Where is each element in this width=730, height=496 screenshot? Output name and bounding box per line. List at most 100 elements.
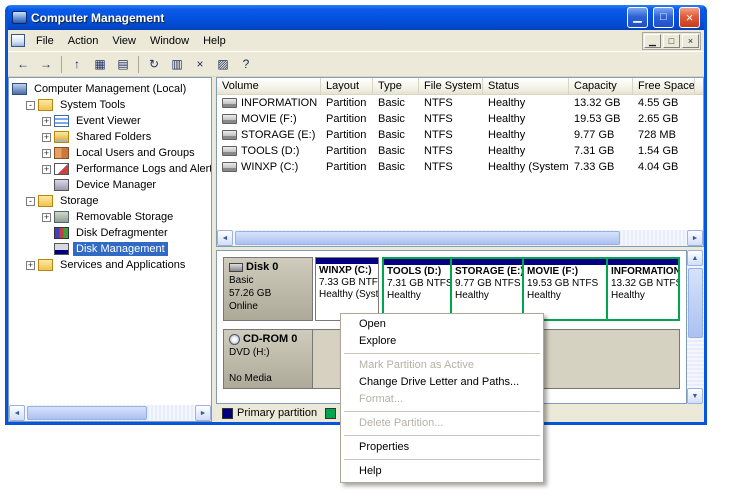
context-menu-item-explore[interactable]: Explore (342, 333, 542, 350)
hard-disk-icon (229, 263, 243, 272)
scroll-left-icon[interactable]: ◄ (9, 405, 25, 421)
refresh-icon[interactable]: ↻ (143, 54, 165, 75)
expand-expander-icon[interactable]: + (42, 149, 51, 158)
collapse-expander-icon[interactable]: - (26, 101, 35, 110)
table-row-information[interactable]: INFORMATION (G:) Partition Basic NTFS He… (217, 95, 703, 111)
column-header-status[interactable]: Status (483, 78, 569, 94)
performance-icon (54, 163, 69, 175)
partition-winxp[interactable]: WINXP (C:) 7.33 GB NTFS Healthy (System) (315, 257, 379, 321)
delete-icon[interactable]: × (189, 54, 211, 75)
table-row-movie[interactable]: MOVIE (F:) Partition Basic NTFS Healthy … (217, 111, 703, 127)
scroll-right-icon[interactable]: ► (195, 405, 211, 421)
scroll-right-icon[interactable]: ► (687, 230, 703, 246)
scroll-up-icon[interactable]: ▲ (687, 250, 703, 266)
menu-action[interactable]: Action (61, 32, 106, 50)
sidebar-item-performance-logs[interactable]: + Performance Logs and Alerts (9, 161, 211, 177)
partition-storage[interactable]: STORAGE (E:) 9.77 GB NTFS Healthy (452, 259, 522, 319)
help-icon[interactable]: ? (235, 54, 257, 75)
partition-information[interactable]: INFORMATION (G:) 13.32 GB NTFS Healthy (608, 259, 678, 319)
sidebar-item-services-and-applications[interactable]: + Services and Applications (9, 257, 211, 273)
disk0-partitions: WINXP (C:) 7.33 GB NTFS Healthy (System)… (315, 257, 680, 321)
menu-window[interactable]: Window (143, 32, 196, 50)
context-menu-item-change-drive-letter[interactable]: Change Drive Letter and Paths... (342, 374, 542, 391)
sidebar-item-disk-defragmenter[interactable]: Disk Defragmenter (9, 225, 211, 241)
folder-icon (38, 259, 53, 271)
expand-expander-icon[interactable]: + (26, 261, 35, 270)
table-row-winxp[interactable]: WINXP (C:) Partition Basic NTFS Healthy … (217, 159, 703, 175)
column-header-free-space[interactable]: Free Space (633, 78, 695, 94)
tree-horizontal-scrollbar[interactable]: ◄ ► (9, 405, 211, 421)
menu-separator (344, 459, 540, 460)
child-window-icon[interactable] (11, 34, 25, 47)
properties-icon[interactable]: ▨ (212, 54, 234, 75)
collapse-expander-icon[interactable]: - (26, 197, 35, 206)
volume-list-header: Volume Layout Type File System Status Ca… (217, 78, 703, 95)
console-tree-pane: Computer Management (Local) - System Too… (8, 77, 212, 422)
column-header-file-system[interactable]: File System (419, 78, 483, 94)
removable-storage-icon (54, 211, 69, 223)
panes-icon[interactable]: ▤ (112, 54, 134, 75)
column-header-capacity[interactable]: Capacity (569, 78, 633, 94)
context-menu-item-open[interactable]: Open (342, 316, 542, 333)
partition-movie[interactable]: MOVIE (F:) 19.53 GB NTFS Healthy (524, 259, 606, 319)
column-header-layout[interactable]: Layout (321, 78, 373, 94)
menu-separator (344, 411, 540, 412)
scroll-left-icon[interactable]: ◄ (217, 230, 233, 246)
sidebar-item-computer-management[interactable]: Computer Management (Local) (9, 81, 211, 97)
computer-icon (12, 83, 27, 95)
cdrom-media-status: No Media (229, 372, 307, 385)
child-close-button[interactable]: × (682, 34, 699, 48)
menu-view[interactable]: View (105, 32, 143, 50)
minimize-button[interactable]: ▁ (627, 7, 648, 28)
column-header-volume[interactable]: Volume (217, 78, 321, 94)
shared-folders-icon (54, 131, 69, 143)
sidebar-item-disk-management[interactable]: Disk Management (9, 241, 211, 257)
console-tree-icon[interactable]: ▦ (89, 54, 111, 75)
scrollbar-thumb[interactable] (27, 406, 147, 420)
child-restore-button[interactable]: □ (663, 34, 680, 48)
column-header-filler (695, 78, 703, 94)
volume-list-horizontal-scrollbar[interactable]: ◄ ► (217, 230, 703, 246)
sidebar-item-event-viewer[interactable]: + Event Viewer (9, 113, 211, 129)
window-title: Computer Management (31, 11, 622, 25)
back-icon[interactable]: ← (12, 54, 34, 75)
sidebar-item-local-users-and-groups[interactable]: + Local Users and Groups (9, 145, 211, 161)
expand-expander-icon[interactable]: + (42, 117, 51, 126)
context-menu-item-mark-partition-active: Mark Partition as Active (342, 357, 542, 374)
context-menu-item-properties[interactable]: Properties (342, 439, 542, 456)
expand-expander-icon[interactable]: + (42, 133, 51, 142)
disk0-type: Basic (229, 274, 307, 287)
partition-tools[interactable]: TOOLS (D:) 7.31 GB NTFS Healthy (384, 259, 450, 319)
volume-icon (222, 114, 237, 124)
child-minimize-button[interactable]: ▁ (644, 34, 661, 48)
expand-expander-icon[interactable]: + (42, 165, 51, 174)
disk0-label[interactable]: Disk 0 Basic 57.26 GB Online (223, 257, 313, 321)
column-header-type[interactable]: Type (373, 78, 419, 94)
disk0-size: 57.26 GB (229, 287, 307, 300)
export-list-icon[interactable]: ▥ (166, 54, 188, 75)
close-button[interactable]: × (679, 7, 700, 28)
console-tree: Computer Management (Local) - System Too… (9, 78, 211, 405)
context-menu-item-help[interactable]: Help (342, 463, 542, 480)
sidebar-item-storage[interactable]: - Storage (9, 193, 211, 209)
graphical-vertical-scrollbar[interactable]: ▲ ▼ (687, 250, 704, 404)
expand-expander-icon[interactable]: + (42, 213, 51, 222)
toolbar-separator (138, 56, 139, 73)
title-bar[interactable]: Computer Management ▁ □ × (8, 5, 704, 30)
sidebar-item-removable-storage[interactable]: + Removable Storage (9, 209, 211, 225)
cdrom-label[interactable]: CD-ROM 0 DVD (H:) No Media (223, 329, 313, 389)
up-level-icon[interactable]: ↑ (66, 54, 88, 75)
maximize-button[interactable]: □ (653, 7, 674, 28)
menu-help[interactable]: Help (196, 32, 233, 50)
sidebar-item-device-manager[interactable]: Device Manager (9, 177, 211, 193)
scrollbar-thumb[interactable] (235, 231, 620, 245)
table-row-tools[interactable]: TOOLS (D:) Partition Basic NTFS Healthy … (217, 143, 703, 159)
context-menu-item-format: Format... (342, 391, 542, 408)
forward-icon[interactable]: → (35, 54, 57, 75)
sidebar-item-shared-folders[interactable]: + Shared Folders (9, 129, 211, 145)
table-row-storage[interactable]: STORAGE (E:) Partition Basic NTFS Health… (217, 127, 703, 143)
scrollbar-thumb[interactable] (688, 268, 703, 338)
scroll-down-icon[interactable]: ▼ (687, 388, 703, 404)
sidebar-item-system-tools[interactable]: - System Tools (9, 97, 211, 113)
menu-file[interactable]: File (29, 32, 61, 50)
